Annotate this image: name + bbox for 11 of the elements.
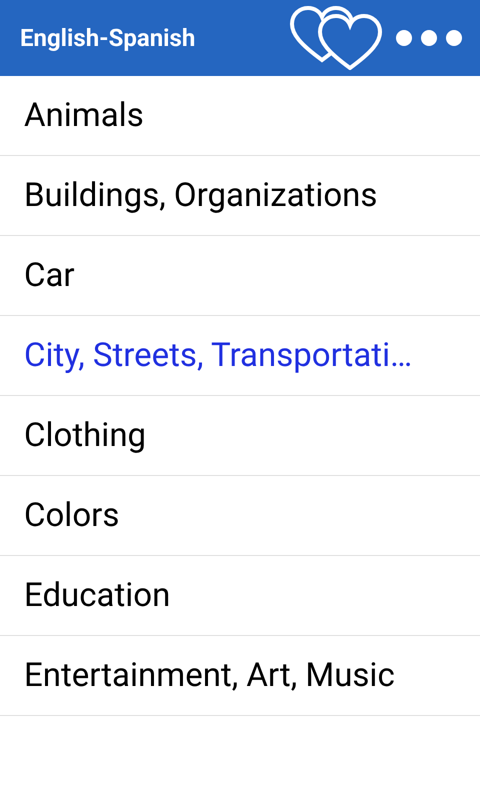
category-item[interactable]: Colors bbox=[0, 476, 480, 556]
category-item[interactable]: Entertainment, Art, Music bbox=[0, 636, 480, 716]
category-item[interactable]: Car bbox=[0, 236, 480, 316]
category-item[interactable]: Clothing bbox=[0, 396, 480, 476]
category-item[interactable]: City, Streets, Transportati… bbox=[0, 316, 480, 396]
more-options-icon[interactable] bbox=[396, 30, 462, 46]
category-item[interactable]: Buildings, Organizations bbox=[0, 156, 480, 236]
hearts-icon[interactable] bbox=[290, 6, 382, 70]
category-item[interactable]: Education bbox=[0, 556, 480, 636]
app-title: English-Spanish bbox=[20, 23, 196, 54]
category-item[interactable]: Animals bbox=[0, 76, 480, 156]
